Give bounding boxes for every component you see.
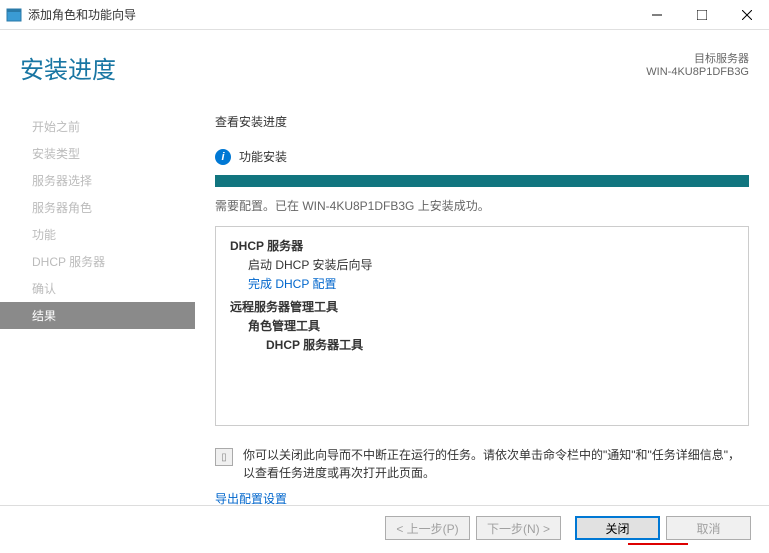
wizard-footer: < 上一步(P) 下一步(N) > 关闭 取消	[0, 505, 769, 550]
status-row: i 功能安装	[215, 148, 749, 165]
complete-dhcp-config-link[interactable]: 完成 DHCP 配置	[230, 275, 734, 292]
minimize-button[interactable]	[634, 0, 679, 29]
close-window-button[interactable]	[724, 0, 769, 29]
step-server-selection: 服务器选择	[0, 167, 195, 194]
cancel-button: 取消	[666, 516, 751, 540]
wizard-header: 安装进度 目标服务器 WIN-4KU8P1DFB3G	[0, 30, 769, 95]
progress-status-text: 需要配置。已在 WIN-4KU8P1DFB3G 上安装成功。	[215, 197, 749, 214]
result-dhcp-tools: DHCP 服务器工具	[230, 336, 734, 353]
step-before-begin: 开始之前	[0, 113, 195, 140]
result-dhcp-launch: 启动 DHCP 安装后向导	[230, 256, 734, 273]
result-rsat-title: 远程服务器管理工具	[230, 298, 734, 315]
previous-button: < 上一步(P)	[385, 516, 470, 540]
close-button[interactable]: 关闭	[575, 516, 660, 540]
app-icon	[6, 7, 22, 23]
window-controls	[634, 0, 769, 29]
next-button: 下一步(N) >	[476, 516, 561, 540]
wizard-steps-sidebar: 开始之前 安装类型 服务器选择 服务器角色 功能 DHCP 服务器 确认 结果	[0, 95, 195, 505]
target-server-info: 目标服务器 WIN-4KU8P1DFB3G	[646, 50, 749, 78]
step-features: 功能	[0, 221, 195, 248]
flag-icon: ▯	[215, 448, 233, 466]
note-row: ▯ 你可以关闭此向导而不中断正在运行的任务。请依次单击命令栏中的"通知"和"任务…	[215, 446, 749, 482]
step-server-roles: 服务器角色	[0, 194, 195, 221]
result-role-tools: 角色管理工具	[230, 317, 734, 334]
target-label: 目标服务器	[646, 50, 749, 66]
progress-bar	[215, 175, 749, 187]
target-value: WIN-4KU8P1DFB3G	[646, 66, 749, 78]
result-group-dhcp: DHCP 服务器 启动 DHCP 安装后向导 完成 DHCP 配置	[230, 237, 734, 292]
export-config-link[interactable]: 导出配置设置	[215, 490, 287, 507]
step-results: 结果	[0, 302, 195, 329]
wizard-main: 查看安装进度 i 功能安装 需要配置。已在 WIN-4KU8P1DFB3G 上安…	[195, 95, 769, 505]
step-install-type: 安装类型	[0, 140, 195, 167]
page-title: 安装进度	[20, 50, 116, 85]
info-icon: i	[215, 149, 231, 165]
titlebar: 添加角色和功能向导	[0, 0, 769, 30]
status-label: 功能安装	[239, 148, 287, 165]
result-group-rsat: 远程服务器管理工具 角色管理工具 DHCP 服务器工具	[230, 298, 734, 353]
results-box: DHCP 服务器 启动 DHCP 安装后向导 完成 DHCP 配置 远程服务器管…	[215, 226, 749, 426]
view-progress-title: 查看安装进度	[215, 113, 749, 130]
window-title: 添加角色和功能向导	[28, 6, 634, 23]
result-dhcp-title: DHCP 服务器	[230, 237, 734, 254]
step-confirm: 确认	[0, 275, 195, 302]
maximize-button[interactable]	[679, 0, 724, 29]
step-dhcp: DHCP 服务器	[0, 248, 195, 275]
note-text: 你可以关闭此向导而不中断正在运行的任务。请依次单击命令栏中的"通知"和"任务详细…	[243, 446, 749, 482]
wizard-body: 开始之前 安装类型 服务器选择 服务器角色 功能 DHCP 服务器 确认 结果 …	[0, 95, 769, 505]
